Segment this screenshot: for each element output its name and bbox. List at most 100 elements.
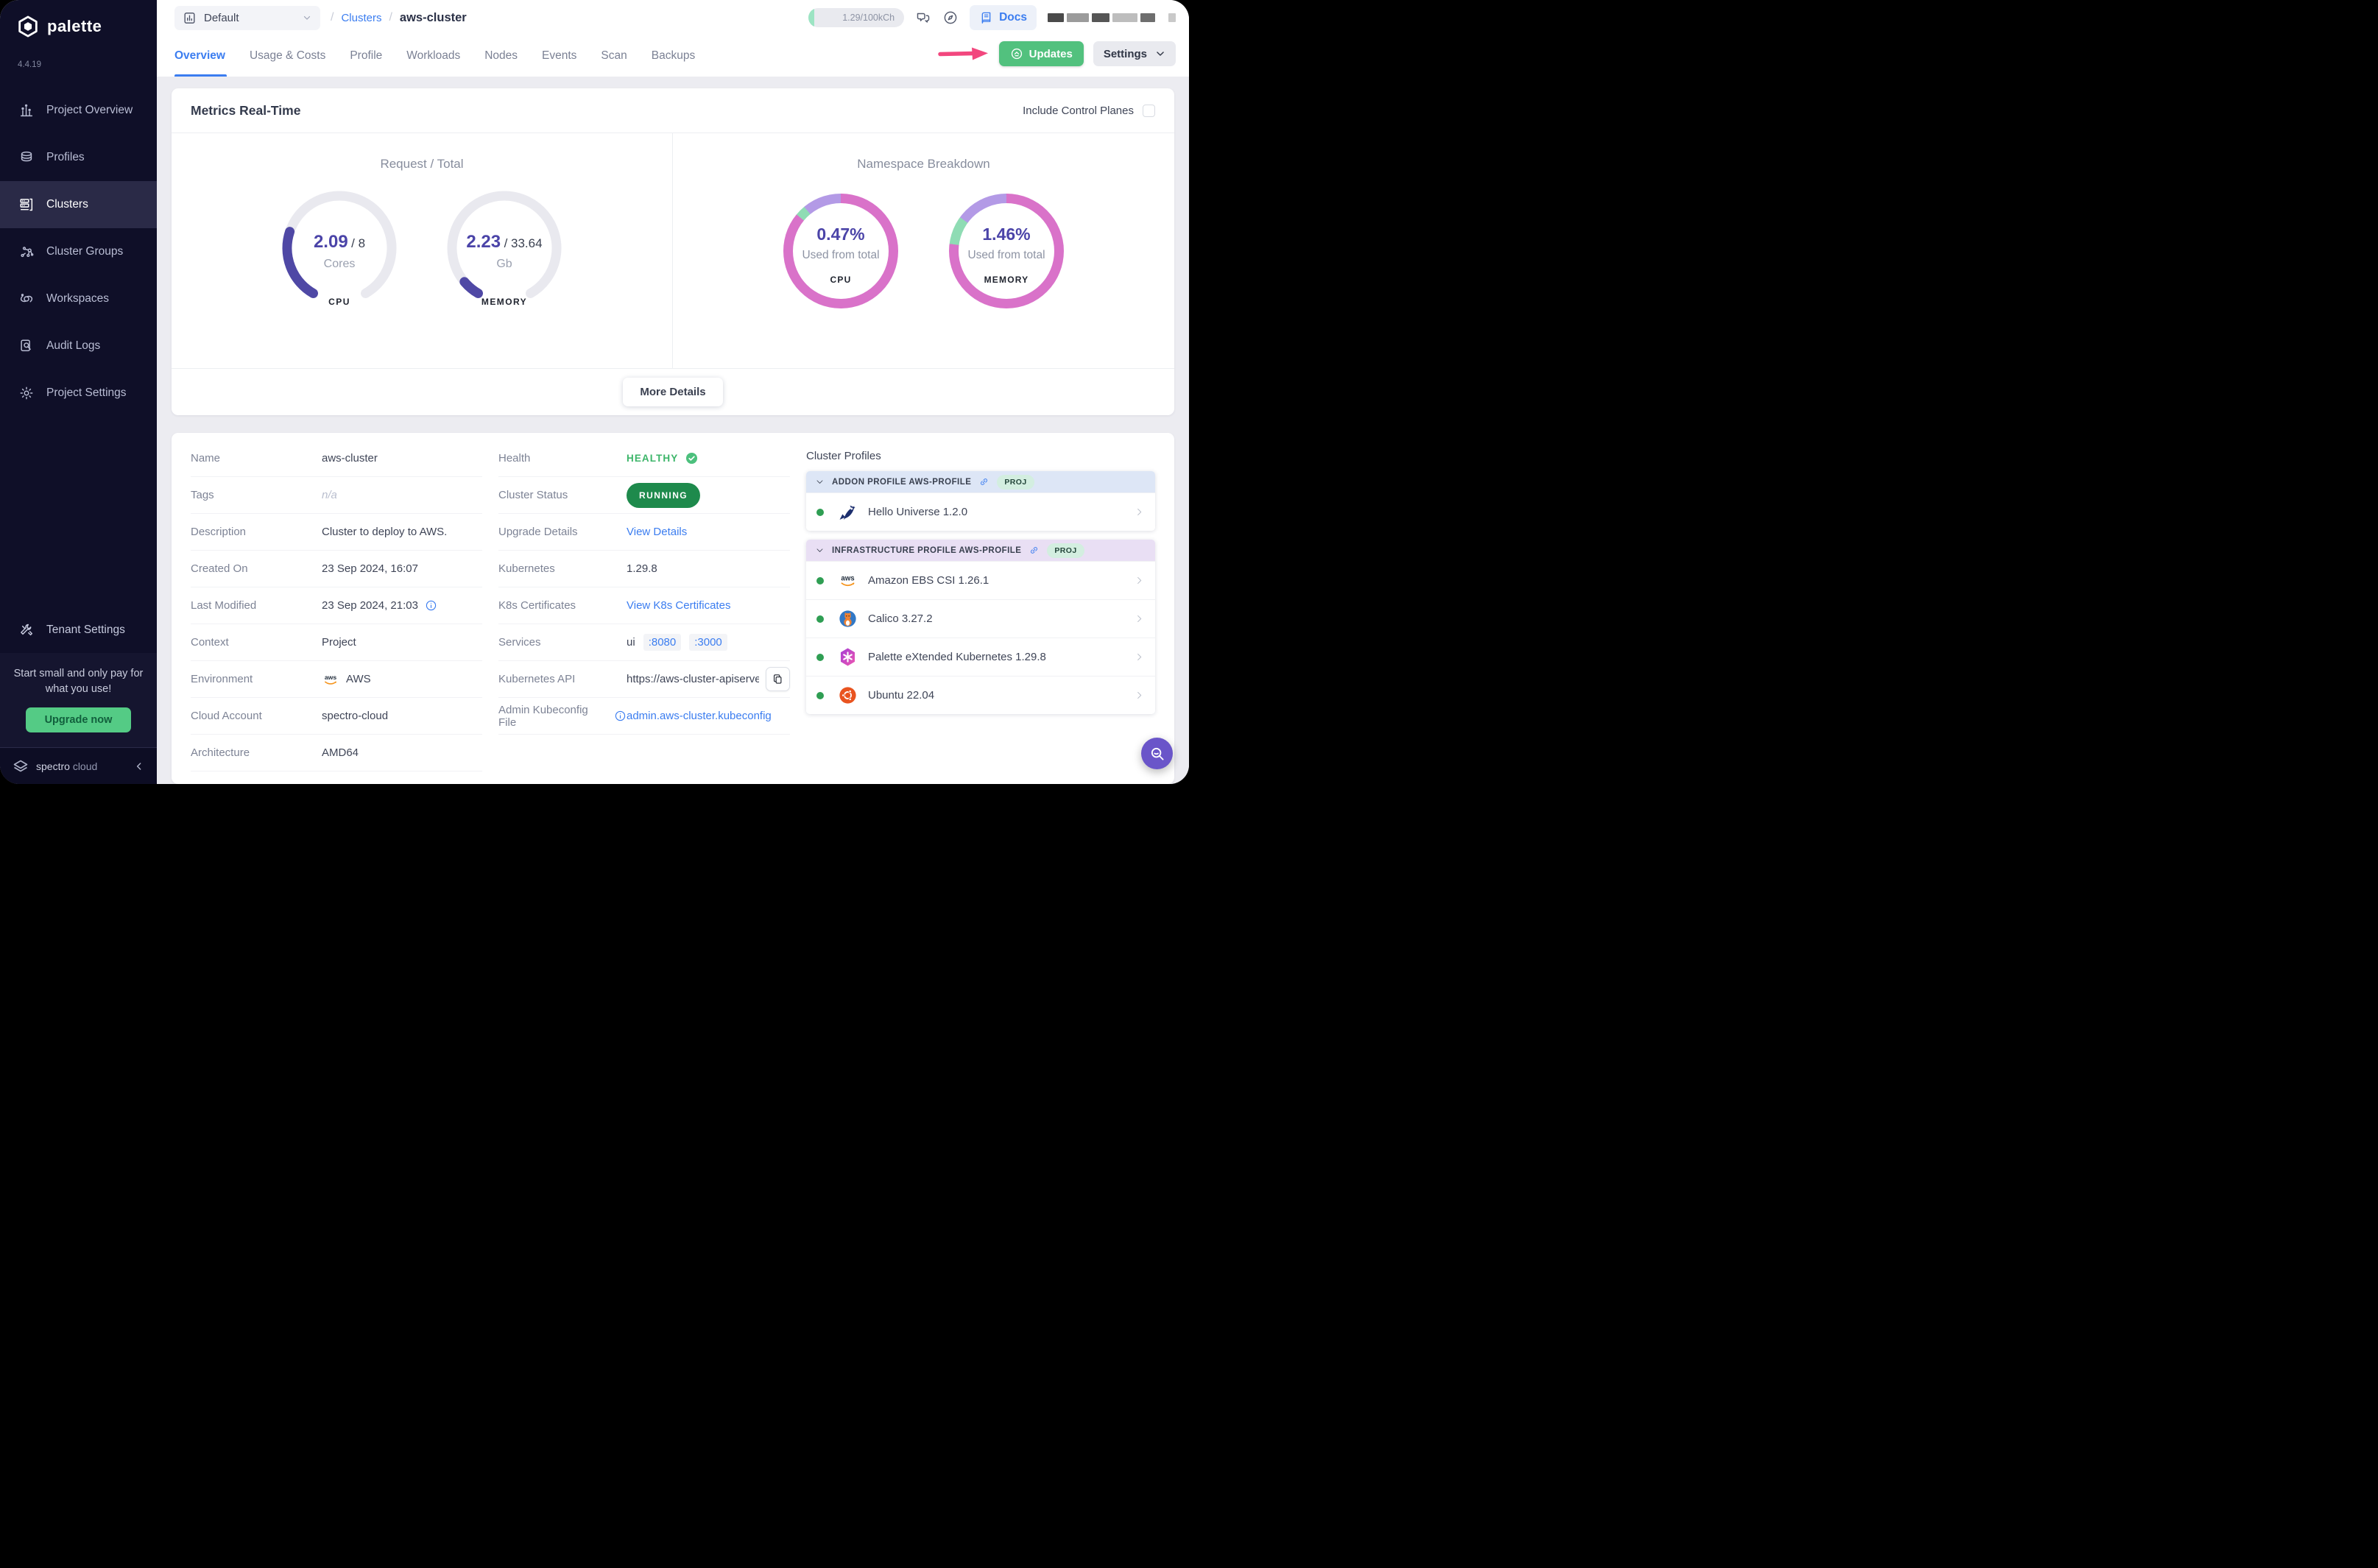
view-details-link[interactable]: View Details [627, 526, 687, 538]
detail-label: Tags [191, 489, 214, 501]
service-port-link[interactable]: :8080 [643, 634, 682, 651]
profile-group-header[interactable]: INFRASTRUCTURE PROFILE AWS-PROFILE PROJ [806, 540, 1155, 561]
request-total-section: Request / Total 2.09 / 8 Cores CPU 2.23 … [172, 133, 673, 368]
profile-group-header[interactable]: ADDON PROFILE AWS-PROFILE PROJ [806, 471, 1155, 492]
chevron-left-icon [136, 762, 141, 770]
detail-label: Environment [191, 673, 253, 685]
tab-scan[interactable]: Scan [601, 35, 627, 77]
sidebar-collapse-button[interactable] [133, 760, 145, 772]
sidebar-item-clusters[interactable]: Clusters [0, 181, 157, 228]
kubernetes-api-url: https://aws-cluster-apiserve... [627, 673, 759, 685]
chat-button[interactable] [915, 10, 931, 26]
search-icon [1151, 747, 1164, 760]
spectro-cloud-logo-icon [13, 760, 28, 771]
tab-overview[interactable]: Overview [174, 35, 227, 77]
tabs: Overview Usage & Costs Profile Workloads Nod… [174, 35, 695, 77]
detail-value: spectro-cloud [322, 710, 389, 722]
gauge-value: 2.09 [313, 232, 348, 252]
explore-button[interactable] [942, 10, 959, 26]
copy-button[interactable] [766, 667, 790, 691]
view-k8s-certificates-link[interactable]: View K8s Certificates [627, 599, 730, 612]
sidebar-menu: Project Overview Profiles Clusters Cluster … [0, 87, 157, 417]
sidebar-item-tenant-settings[interactable]: Tenant Settings [0, 607, 157, 653]
profile-row-calico-3-27-2[interactable]: Calico 3.27.2 [806, 599, 1155, 638]
tools-icon [18, 622, 35, 638]
more-details-row: More Details [172, 368, 1174, 415]
detail-label: Cluster Status [498, 489, 568, 501]
tab-events[interactable]: Events [542, 35, 576, 77]
donut-row: 0.47% Used from total CPU 1.46% Used fro… [783, 194, 1064, 308]
orbit-icon [18, 291, 35, 307]
detail-value: 23 Sep 2024, 16:07 [322, 562, 418, 575]
tab-profile[interactable]: Profile [350, 35, 382, 77]
detail-value: ui [627, 636, 635, 649]
calico-icon [838, 609, 858, 629]
tab-actions: Updates Settings [937, 35, 1176, 77]
sidebar-item-profiles[interactable]: Profiles [0, 134, 157, 181]
upgrade-promo: Start small and only pay for what you us… [0, 652, 157, 747]
admin-aws-cluster-kubeconfig-link[interactable]: admin.aws-cluster.kubeconfig [627, 710, 772, 722]
link-icon[interactable] [978, 476, 989, 487]
gauge-label: CPU [328, 297, 350, 307]
detail-value: AWS [346, 673, 371, 685]
profile-row-ubuntu-22-04[interactable]: Ubuntu 22.04 [806, 676, 1155, 714]
link-icon[interactable] [1029, 545, 1040, 556]
profile-row-hello-universe-1-2-0[interactable]: Hello Universe 1.2.0 [806, 492, 1155, 531]
tab-backups[interactable]: Backups [652, 35, 695, 77]
profile-group-title: ADDON PROFILE AWS-PROFILE [832, 477, 972, 487]
sidebar-item-project-settings[interactable]: Project Settings [0, 370, 157, 417]
info-icon[interactable] [614, 710, 627, 722]
sidebar-item-project-overview[interactable]: Project Overview [0, 87, 157, 134]
project-selector[interactable]: Default [174, 5, 320, 30]
more-details-button[interactable]: More Details [623, 378, 723, 406]
profile-row-palette-extended-kubernetes-1-29-8[interactable]: Palette eXtended Kubernetes 1.29.8 [806, 638, 1155, 676]
breadcrumb-clusters[interactable]: Clusters [341, 12, 381, 24]
aws-icon: aws [838, 571, 858, 590]
detail-row-tags: Tags n/a [191, 477, 482, 514]
chevron-right-icon [1134, 690, 1145, 701]
profile-row-amazon-ebs-csi-1-26-1[interactable]: aws Amazon EBS CSI 1.26.1 [806, 561, 1155, 599]
status-dot [816, 508, 824, 516]
sidebar-item-label: Audit Logs [46, 339, 101, 352]
detail-label: Last Modified [191, 599, 257, 612]
sidebar-item-label: Profiles [46, 151, 85, 163]
settings-button[interactable]: Settings [1093, 41, 1176, 66]
updates-button[interactable]: Updates [998, 41, 1084, 66]
docs-button[interactable]: Docs [970, 5, 1037, 30]
service-port-link[interactable]: :3000 [689, 634, 727, 651]
include-control-planes-checkbox[interactable] [1143, 104, 1155, 117]
detail-label: Services [498, 636, 541, 649]
brand-name: palette [47, 17, 102, 35]
gauge-unit: Cores [323, 258, 356, 270]
detail-label: Kubernetes [498, 562, 555, 575]
profile-groups: ADDON PROFILE AWS-PROFILE PROJ Hello Uni… [806, 471, 1155, 714]
info-icon[interactable] [425, 599, 437, 612]
chevron-right-icon [1134, 575, 1145, 586]
donut-label: MEMORY [984, 275, 1029, 285]
sidebar-item-label: Workspaces [46, 292, 109, 305]
sidebar-item-label: Clusters [46, 198, 88, 211]
sidebar-item-audit-logs[interactable]: Audit Logs [0, 322, 157, 370]
detail-value: 1.29.8 [627, 562, 657, 575]
sidebar-item-cluster-groups[interactable]: Cluster Groups [0, 228, 157, 275]
detail-row-cloud-account: Cloud Account spectro-cloud [191, 698, 482, 735]
breadcrumb-separator: / [331, 11, 334, 24]
tab-workloads[interactable]: Workloads [406, 35, 460, 77]
breadcrumb: / Clusters / aws-cluster [331, 11, 467, 25]
svg-text:aws: aws [841, 575, 854, 583]
upgrade-now-button[interactable]: Upgrade now [25, 707, 132, 732]
profile-name: Ubuntu 22.04 [868, 689, 935, 702]
details-column-middle: Health HEALTHY Cluster Status RUNNING Upgrad… [498, 440, 790, 784]
profile-name: Hello Universe 1.2.0 [868, 506, 968, 518]
detail-row-upgrade-details: Upgrade Details View Details [498, 514, 790, 551]
sidebar-item-workspaces[interactable]: Workspaces [0, 275, 157, 322]
tab-usage-costs[interactable]: Usage & Costs [250, 35, 325, 77]
aws-logo-icon: aws [322, 671, 339, 688]
hello-universe-icon [838, 502, 858, 522]
gauge-total: / 33.64 [504, 236, 543, 250]
tab-nodes[interactable]: Nodes [484, 35, 518, 77]
detail-row-description: Description Cluster to deploy to AWS. [191, 514, 482, 551]
search-fab-button[interactable] [1141, 738, 1173, 769]
detail-value: n/a [322, 489, 337, 501]
annotation-arrow [937, 46, 989, 62]
